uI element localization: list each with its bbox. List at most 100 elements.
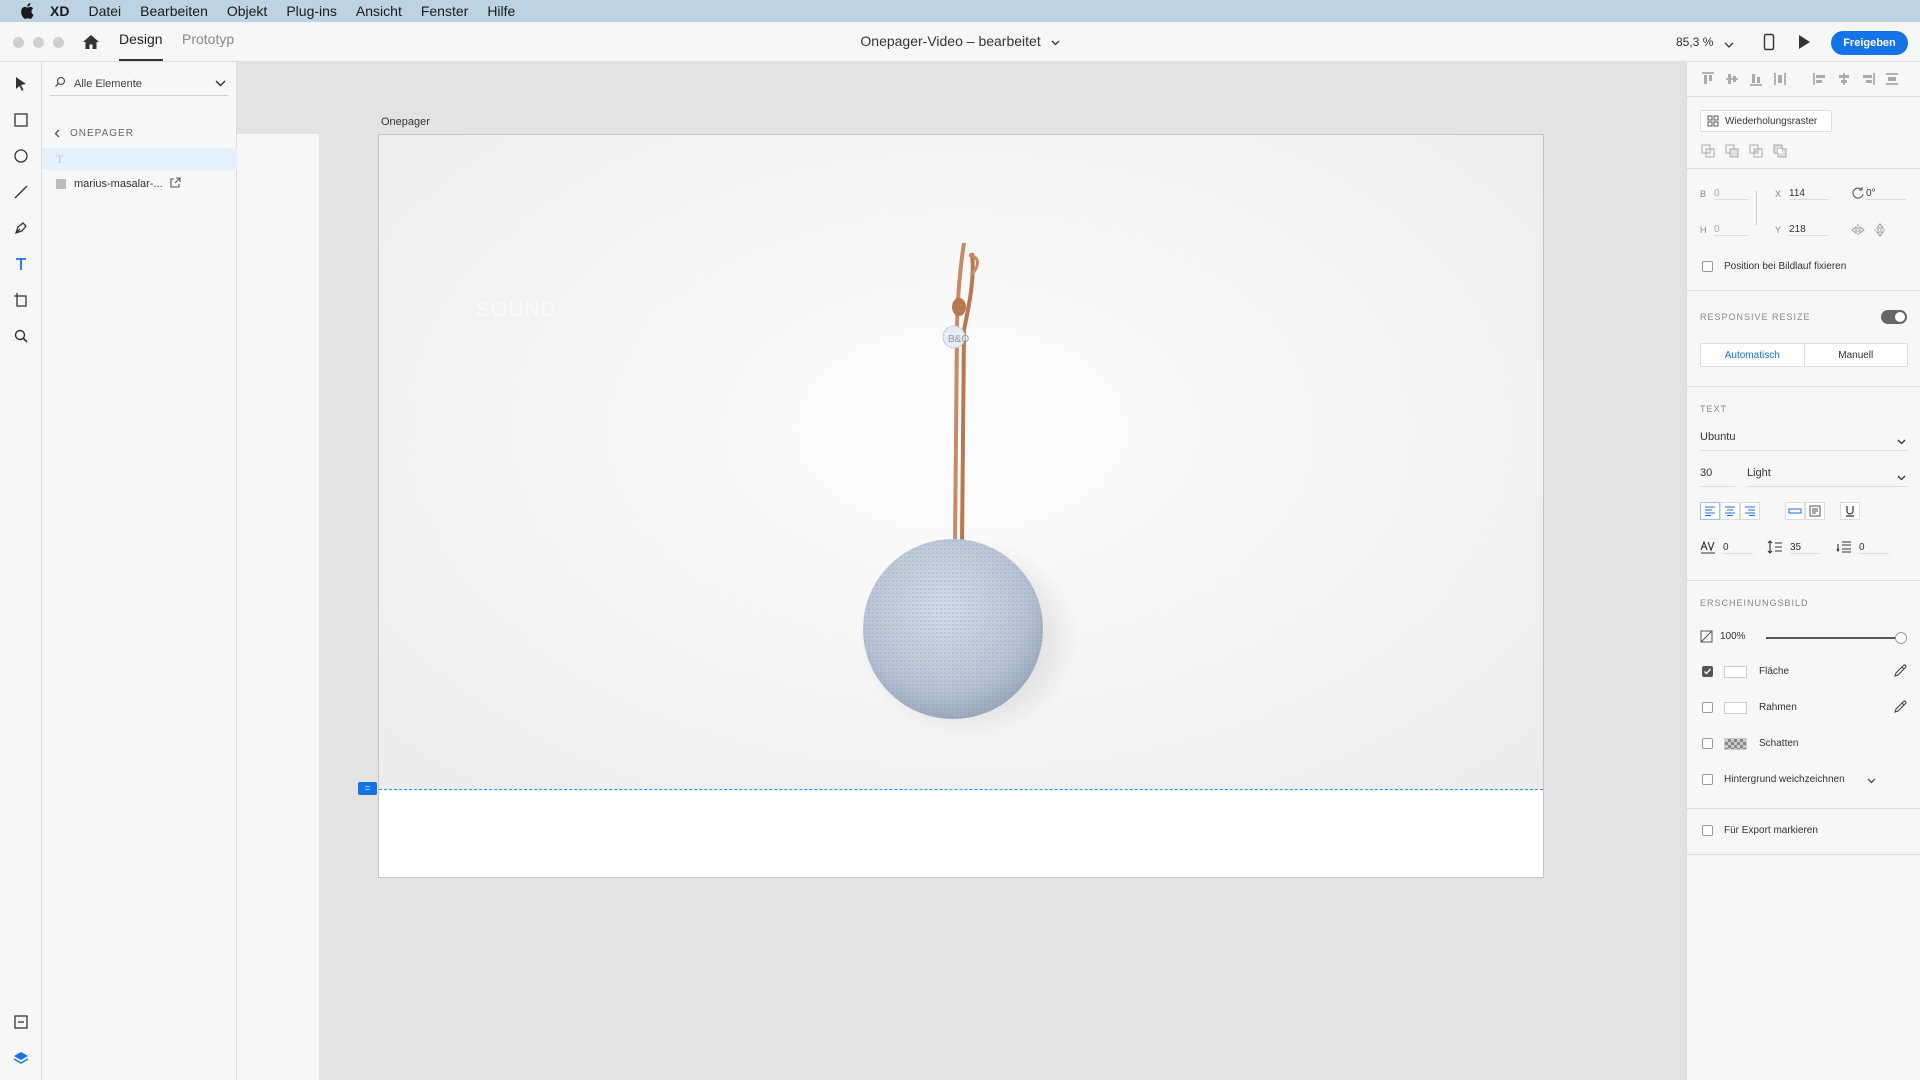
align-left-icon[interactable] <box>1812 71 1828 90</box>
border-label: Rahmen <box>1759 702 1797 713</box>
flip-horizontal-icon[interactable] <box>1851 223 1865 240</box>
repeat-grid-button[interactable]: Wiederholungsraster <box>1700 110 1832 132</box>
distribute-horizontal-icon[interactable] <box>1884 71 1900 90</box>
y-field[interactable]: 218 <box>1789 224 1829 236</box>
boolean-subtract-icon[interactable] <box>1724 143 1740 162</box>
align-center-icon[interactable] <box>1836 71 1852 90</box>
resize-mode-automatisch[interactable]: Automatisch <box>1701 344 1805 366</box>
lock-aspect-link[interactable] <box>1756 191 1757 225</box>
line-spacing-field[interactable]: 35 <box>1790 542 1820 554</box>
font-family-dropdown[interactable]: Ubuntu <box>1700 431 1908 451</box>
fill-color-swatch[interactable] <box>1724 666 1747 678</box>
text-tool-icon[interactable] <box>11 254 31 274</box>
line-tool-icon[interactable] <box>11 182 31 202</box>
align-middle-icon[interactable] <box>1724 71 1740 90</box>
minimize-window-button[interactable] <box>33 37 44 48</box>
align-bottom-icon[interactable] <box>1748 71 1764 90</box>
fix-position-checkbox[interactable] <box>1702 261 1713 272</box>
menu-ansicht[interactable]: Ansicht <box>356 3 402 19</box>
chevron-down-icon[interactable] <box>215 78 226 90</box>
zoom-window-button[interactable] <box>53 37 64 48</box>
assets-panel-icon[interactable] <box>11 1012 31 1032</box>
background-blur-checkbox[interactable] <box>1702 774 1713 785</box>
artboard-tool-icon[interactable] <box>11 290 31 310</box>
close-window-button[interactable] <box>13 37 24 48</box>
menu-bar: XD Datei Bearbeiten Objekt Plug-ins Ansi… <box>0 0 1920 22</box>
external-link-icon[interactable] <box>169 177 181 192</box>
appearance-section-label: ERSCHEINUNGSBILD <box>1700 598 1809 608</box>
border-checkbox[interactable] <box>1702 702 1713 713</box>
fill-checkbox[interactable] <box>1702 666 1713 677</box>
eyedropper-icon[interactable] <box>1893 700 1907 717</box>
play-icon[interactable] <box>1797 34 1811 55</box>
menu-plugins[interactable]: Plug-ins <box>286 3 337 19</box>
document-title[interactable]: Onepager-Video – bearbeitet <box>860 33 1040 49</box>
select-tool-icon[interactable] <box>11 74 31 94</box>
boolean-intersect-icon[interactable] <box>1748 143 1764 162</box>
home-icon[interactable] <box>82 33 100 51</box>
text-align-right-icon[interactable] <box>1740 502 1760 520</box>
font-size-field[interactable]: 30 <box>1700 467 1735 487</box>
zoom-level[interactable]: 85,3 % <box>1676 35 1713 49</box>
layer-breadcrumb[interactable]: ONEPAGER <box>54 128 134 139</box>
fold-guide-handle[interactable]: = <box>358 782 377 795</box>
device-preview-icon[interactable] <box>1763 33 1775 56</box>
layers-panel-icon[interactable] <box>11 1048 31 1068</box>
tool-bar <box>0 62 42 1080</box>
text-align-center-icon[interactable] <box>1720 502 1740 520</box>
speaker-photo[interactable]: B&O SOUND <box>379 135 1543 789</box>
layer-item-text[interactable]: T <box>42 148 237 170</box>
menu-objekt[interactable]: Objekt <box>227 3 267 19</box>
boolean-add-icon[interactable] <box>1700 143 1716 162</box>
boolean-exclude-icon[interactable] <box>1772 143 1788 162</box>
artboard[interactable]: B&O SOUND <box>378 134 1544 878</box>
text-autowidth-icon[interactable] <box>1785 502 1805 520</box>
underline-icon[interactable] <box>1840 502 1860 520</box>
paragraph-spacing-icon <box>1836 540 1852 557</box>
x-field[interactable]: 114 <box>1789 188 1829 200</box>
menu-hilfe[interactable]: Hilfe <box>487 3 515 19</box>
eyedropper-icon[interactable] <box>1893 664 1907 681</box>
tab-design[interactable]: Design <box>119 31 163 61</box>
opacity-slider-track[interactable] <box>1766 637 1903 639</box>
zoom-tool-icon[interactable] <box>11 326 31 346</box>
opacity-slider-knob[interactable] <box>1895 632 1907 644</box>
text-fixed-size-icon[interactable] <box>1805 502 1825 520</box>
font-weight-dropdown[interactable]: Light <box>1747 467 1908 487</box>
export-checkbox[interactable] <box>1702 825 1713 836</box>
layer-search-input[interactable]: Alle Elemente <box>50 72 228 96</box>
zoom-chevron-down-icon[interactable] <box>1724 35 1734 53</box>
border-color-swatch[interactable] <box>1724 702 1747 714</box>
menu-datei[interactable]: Datei <box>88 3 121 19</box>
menu-fenster[interactable]: Fenster <box>421 3 468 19</box>
layer-item-image[interactable]: marius-masalar-... <box>42 173 237 195</box>
text-align-left-icon[interactable] <box>1700 502 1720 520</box>
headline-text[interactable]: SOUND <box>476 298 557 322</box>
resize-mode-manuell[interactable]: Manuell <box>1805 344 1908 366</box>
share-button[interactable]: Freigeben <box>1831 31 1908 55</box>
artboard-label[interactable]: Onepager <box>381 116 430 128</box>
width-field[interactable]: 0 <box>1714 188 1749 200</box>
fold-guide[interactable] <box>379 789 1543 790</box>
paragraph-spacing-field[interactable]: 0 <box>1859 542 1889 554</box>
align-right-icon[interactable] <box>1860 71 1876 90</box>
shadow-color-swatch[interactable] <box>1724 738 1747 750</box>
rotation-field[interactable]: 0° <box>1866 188 1906 200</box>
distribute-vertical-icon[interactable] <box>1772 71 1788 90</box>
height-field[interactable]: 0 <box>1714 224 1749 236</box>
tab-prototyp[interactable]: Prototyp <box>182 31 234 61</box>
apple-icon[interactable] <box>20 3 36 19</box>
align-top-icon[interactable] <box>1700 71 1716 90</box>
chevron-down-icon[interactable] <box>1867 776 1876 787</box>
rectangle-tool-icon[interactable] <box>11 110 31 130</box>
ellipse-tool-icon[interactable] <box>11 146 31 166</box>
menu-app-xd[interactable]: XD <box>50 3 69 19</box>
flip-vertical-icon[interactable] <box>1873 223 1887 240</box>
menu-bearbeiten[interactable]: Bearbeiten <box>140 3 208 19</box>
chevron-down-icon[interactable] <box>1051 33 1060 49</box>
shadow-checkbox[interactable] <box>1702 738 1713 749</box>
responsive-resize-toggle[interactable] <box>1881 310 1907 324</box>
pen-tool-icon[interactable] <box>11 218 31 238</box>
opacity-value[interactable]: 100% <box>1720 631 1746 642</box>
character-spacing-field[interactable]: 0 <box>1723 542 1753 554</box>
